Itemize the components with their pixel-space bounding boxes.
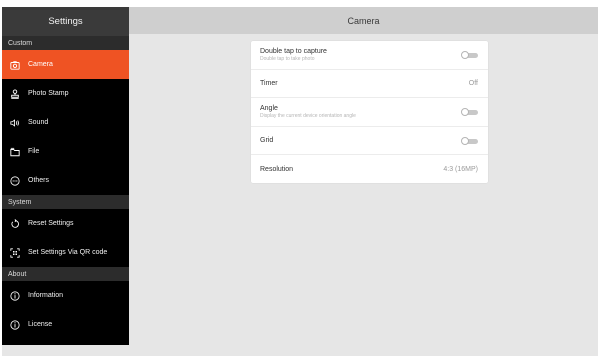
section-header-system: System: [2, 195, 129, 209]
setting-description: Double tap to take photo: [260, 56, 315, 62]
sidebar-item-file[interactable]: File: [2, 137, 129, 166]
qr-scan-icon: [2, 247, 28, 258]
sidebar-item-label: Others: [28, 177, 50, 184]
sidebar-item-qr-settings[interactable]: Set Settings Via QR code: [2, 238, 129, 267]
sidebar-item-label: Reset Settings: [28, 220, 74, 227]
camera-settings-card: Double tap to capture Double tap to take…: [251, 41, 488, 183]
grid-toggle[interactable]: [461, 136, 478, 145]
sidebar-item-label: Information: [28, 292, 64, 299]
angle-toggle[interactable]: [461, 108, 478, 116]
setting-label: Grid: [260, 137, 274, 144]
folder-icon: [2, 147, 28, 157]
resolution-value: 4:3 (16MP): [443, 165, 478, 173]
sidebar: Settings Custom Camera Photo Stamp Sound: [2, 7, 129, 345]
timer-value: Off: [468, 80, 478, 87]
section-header-custom: Custom: [2, 36, 129, 50]
sidebar-item-information[interactable]: Information: [2, 281, 129, 310]
double-tap-toggle[interactable]: [461, 51, 478, 59]
stamp-icon: [2, 88, 28, 99]
setting-label: Double tap to capture: [260, 48, 327, 55]
section-header-about: About: [2, 267, 129, 281]
settings-window: Settings Custom Camera Photo Stamp Sound: [2, 7, 598, 356]
page-title: Camera: [129, 7, 598, 34]
camera-icon: [2, 60, 28, 70]
resolution-setting-row[interactable]: Resolution 4:3 (16MP): [251, 155, 488, 183]
info-icon: [2, 319, 28, 330]
sidebar-item-photo-stamp[interactable]: Photo Stamp: [2, 79, 129, 108]
grid-setting-row[interactable]: Grid: [251, 127, 488, 155]
sidebar-item-label: Photo Stamp: [28, 90, 69, 97]
sidebar-item-label: File: [28, 148, 40, 155]
sidebar-item-license[interactable]: License: [2, 310, 129, 339]
sidebar-item-label: Camera: [28, 61, 53, 68]
sidebar-item-camera[interactable]: Camera: [2, 50, 129, 79]
sidebar-item-label: Set Settings Via QR code: [28, 249, 108, 256]
setting-label: Resolution: [260, 165, 294, 173]
double-tap-setting-row[interactable]: Double tap to capture Double tap to take…: [251, 41, 488, 70]
setting-label: Angle: [260, 105, 278, 112]
sidebar-item-label: License: [28, 321, 53, 328]
sidebar-item-sound[interactable]: Sound: [2, 108, 129, 137]
timer-setting-row[interactable]: Timer Off: [251, 70, 488, 98]
sound-icon: [2, 118, 28, 128]
setting-description: Display the current device orientation a…: [260, 113, 356, 119]
sidebar-item-reset-settings[interactable]: Reset Settings: [2, 209, 129, 238]
sidebar-item-others[interactable]: Others: [2, 166, 129, 195]
sidebar-item-label: Sound: [28, 119, 49, 126]
sidebar-title: Settings: [2, 7, 129, 36]
more-icon: [2, 175, 28, 186]
setting-label: Timer: [260, 80, 278, 87]
info-icon: [2, 290, 28, 301]
reset-icon: [2, 218, 28, 229]
angle-setting-row[interactable]: Angle Display the current device orienta…: [251, 98, 488, 127]
